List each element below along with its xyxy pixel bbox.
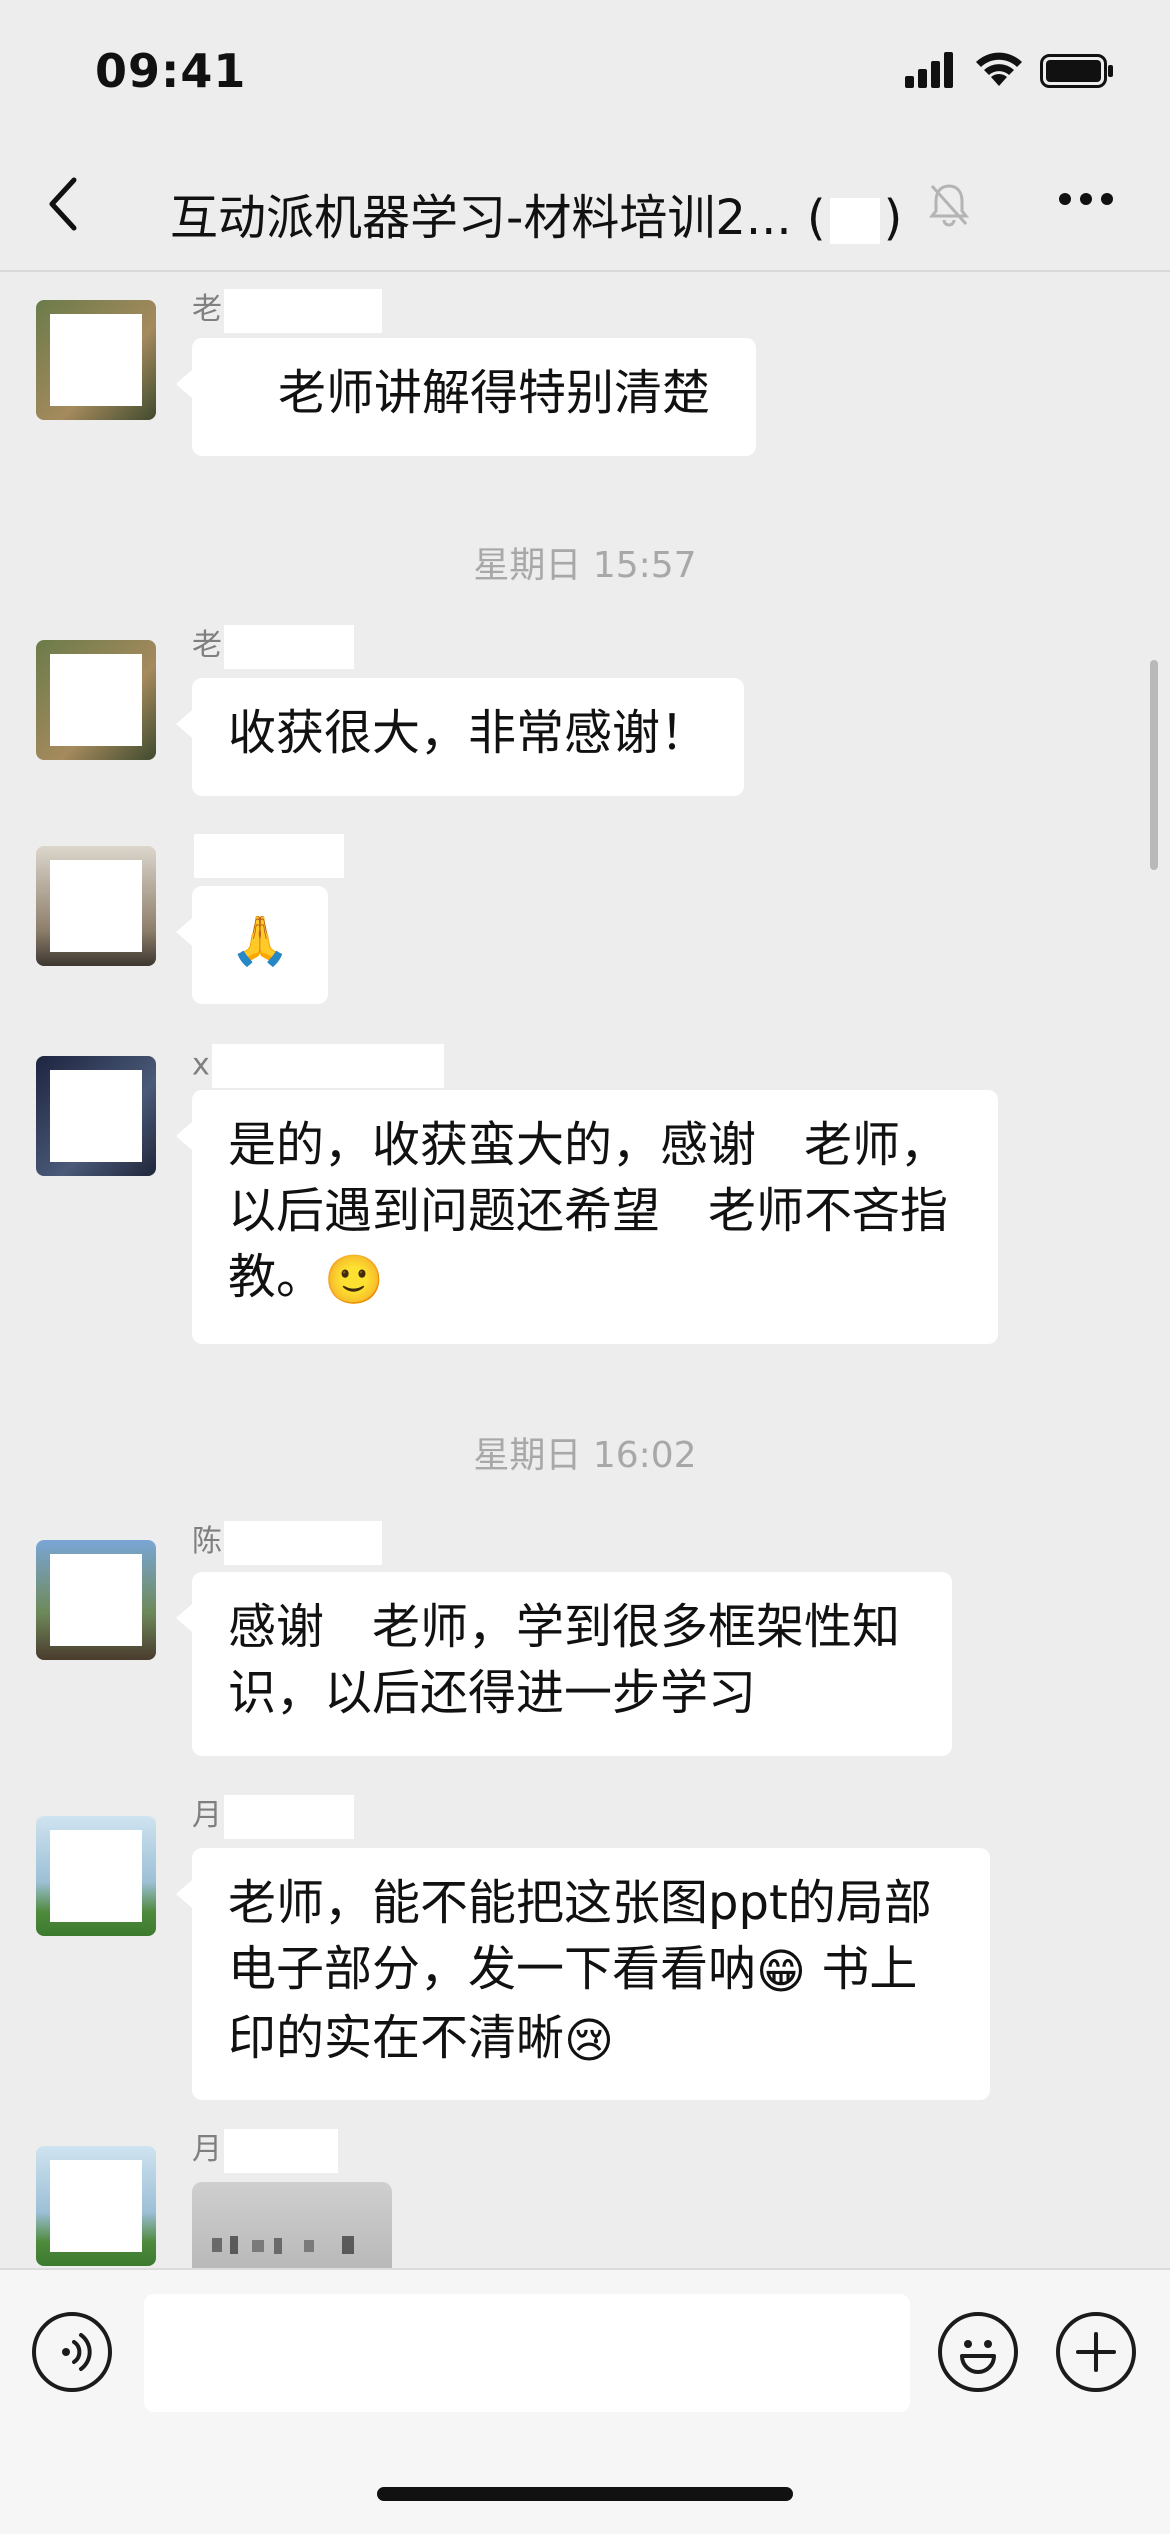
message-line: 识，以后还得进一步学习 — [228, 1665, 757, 1721]
member-count-close: ) — [883, 190, 903, 246]
avatar[interactable] — [36, 1540, 156, 1660]
message-line: 印的实在不清晰😢 — [228, 2005, 954, 2074]
cellular-signal-icon — [905, 52, 953, 88]
battery-icon — [1040, 54, 1113, 88]
sender-name: 月 — [192, 2124, 338, 2173]
message-line: 教。🙂 — [228, 1244, 962, 1313]
message-text: 老师讲解得特别清楚 — [278, 365, 711, 421]
smile-emoji: 🙂 — [324, 1252, 384, 1308]
avatar[interactable] — [36, 300, 156, 420]
sender-name: 老 — [192, 284, 382, 333]
scrollbar[interactable] — [1150, 660, 1158, 870]
voice-icon — [62, 2333, 92, 2371]
image-thumbnail — [212, 2236, 354, 2254]
grin-emoji: 😁 — [756, 1944, 807, 2000]
muted-bell-icon — [928, 184, 970, 227]
message-bubble[interactable]: 🙏 — [176, 886, 328, 1004]
message-bubble[interactable]: 收获很大，非常感谢！ — [176, 678, 744, 796]
message-line: 感谢 老师，学到很多框架性知 — [228, 1599, 901, 1655]
member-count-redacted — [829, 198, 880, 244]
message-input[interactable] — [144, 2294, 910, 2412]
avatar[interactable] — [36, 640, 156, 760]
avatar[interactable] — [36, 1816, 156, 1936]
message-line: 是的，收获蛮大的，感谢 老师， — [228, 1117, 949, 1173]
chat-title[interactable]: 互动派机器学习-材料培训2... () — [170, 178, 902, 248]
emoji-face-icon — [960, 2340, 996, 2374]
message-line: 电子部分，发一下看看呐😁 书上 — [228, 1936, 954, 2005]
pray-emoji: 🙏 — [230, 913, 290, 969]
sender-name — [192, 834, 344, 878]
sender-name: 陈 — [192, 1516, 382, 1565]
home-indicator[interactable] — [377, 2487, 793, 2501]
avatar[interactable] — [36, 846, 156, 966]
sender-name: 月 — [192, 1790, 354, 1839]
message-line: 老师，能不能把这张图ppt的局部 — [228, 1875, 932, 1931]
sender-name: 老 — [192, 620, 354, 669]
message-bubble[interactable]: 是的，收获蛮大的，感谢 老师， 以后遇到问题还希望 老师不吝指 教。🙂 — [176, 1090, 998, 1344]
message-bubble[interactable]: 感谢 老师，学到很多框架性知 识，以后还得进一步学习 — [176, 1572, 952, 1756]
avatar[interactable] — [36, 1056, 156, 1176]
wifi-icon — [976, 52, 1022, 86]
chat-header: 互动派机器学习-材料培训2... () — [0, 140, 1170, 272]
back-icon[interactable] — [44, 172, 84, 236]
plus-icon — [1076, 2332, 1116, 2372]
emoji-button[interactable] — [938, 2312, 1018, 2392]
image-message[interactable] — [192, 2182, 392, 2268]
timestamp: 星期日 16:02 — [473, 1435, 697, 1476]
timestamp: 星期日 15:57 — [473, 545, 697, 586]
chat-message-list[interactable]: 老 老师讲解得特别清楚 星期日 15:57 老 收获很大，非常感谢！ 🙏 x 是… — [0, 272, 1170, 2268]
member-count-open: ( — [806, 190, 826, 246]
sender-name: x — [192, 1044, 444, 1088]
more-icon[interactable] — [1058, 192, 1114, 206]
message-bubble[interactable]: 老师，能不能把这张图ppt的局部 电子部分，发一下看看呐😁 书上 印的实在不清晰… — [176, 1848, 990, 2100]
plus-button[interactable] — [1056, 2312, 1136, 2392]
message-bubble[interactable]: 老师讲解得特别清楚 — [176, 338, 756, 456]
voice-button[interactable] — [32, 2312, 112, 2392]
avatar[interactable] — [36, 2146, 156, 2266]
status-bar: 09:41 — [0, 0, 1170, 140]
chat-title-text: 互动派机器学习-材料培训2... — [170, 190, 792, 246]
message-line: 以后遇到问题还希望 老师不吝指 — [228, 1183, 949, 1239]
message-text: 收获很大，非常感谢！ — [228, 705, 709, 761]
status-time: 09:41 — [95, 44, 247, 98]
crying-emoji: 😢 — [564, 2013, 615, 2069]
